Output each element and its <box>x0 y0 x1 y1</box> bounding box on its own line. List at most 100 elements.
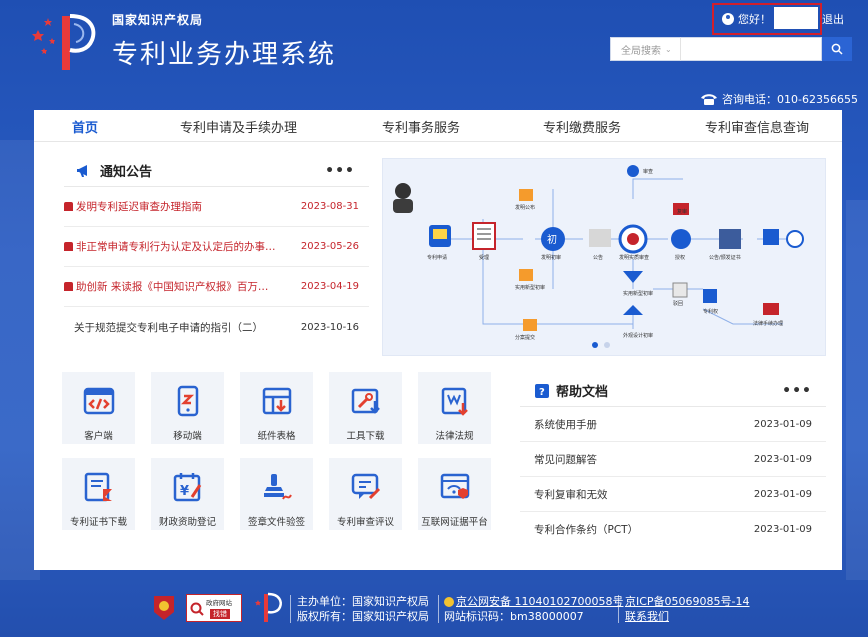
footer-security: 京公网安备 11040102700058号 网站标识码：bm38000007 <box>444 594 623 624</box>
search-button[interactable] <box>822 37 852 61</box>
banner-label: 公告/颁发证书 <box>709 254 741 261</box>
process-banner[interactable]: 初 专利申请 受理 发明公布 发明初审 公告 发明实质审查 授权 公告/颁发证书… <box>382 158 826 356</box>
tile-certificate-download[interactable]: 专利证书下载 <box>62 458 135 530</box>
footer-site-code-text: 网站标识码：bm38000007 <box>444 610 584 623</box>
phone-icon <box>701 94 717 105</box>
help-item[interactable]: 常见问题解答 2023-01-09 <box>520 442 826 477</box>
footer-sponsor-text: 主办单位：国家知识产权局 <box>297 595 429 608</box>
notice-item-date: 2023-08-31 <box>300 201 359 212</box>
user-icon <box>722 13 734 25</box>
notice-item[interactable]: 助创新 来读报《中国知识产权报》百万… 2023-04-19 <box>64 267 369 307</box>
tile-funding-registration[interactable]: ¥ 财政资助登记 <box>151 458 224 530</box>
search-input[interactable] <box>680 37 822 61</box>
notice-item-date: 2023-04-19 <box>300 281 359 292</box>
police-badge-icon <box>444 596 454 607</box>
footer-copyright-text: 版权所有：国家知识产权局 <box>297 610 429 623</box>
gov-website-badge[interactable]: 政府网站 找错 <box>186 594 242 622</box>
tile-paper-forms[interactable]: 纸件表格 <box>240 372 313 444</box>
tools-download-icon <box>351 388 380 414</box>
logout-link[interactable]: 退出 <box>822 11 844 27</box>
main-panel: 首页 专利申请及手续办理 专利事务服务 专利缴费服务 专利审查信息查询 通知公告… <box>34 110 842 570</box>
nav-affairs[interactable]: 专利事务服务 <box>382 117 460 136</box>
greeting-text: 您好！ <box>738 13 771 26</box>
tile-evidence-platform[interactable]: 互联网证据平台 <box>418 458 491 530</box>
notice-item-text: 关于规范提交专利电子申请的指引（二） <box>74 321 263 334</box>
footer-divider <box>438 595 439 623</box>
nav-examination-query[interactable]: 专利审查信息查询 <box>705 117 809 136</box>
banner-label: 实用新型初审 <box>515 284 545 291</box>
help-item[interactable]: 专利合作条约（PCT） 2023-01-09 <box>520 512 826 547</box>
process-flowchart: 初 专利申请 受理 发明公布 发明初审 公告 发明实质审查 授权 公告/颁发证书… <box>393 165 804 348</box>
notice-item[interactable]: 非正常申请专利行为认定及认定后的办事… 2023-05-26 <box>64 227 369 267</box>
tile-label: 财政资助登记 <box>158 517 216 528</box>
hotline-text: 咨询电话：010-62356655 <box>722 93 858 106</box>
footer-icp: 京ICP备05069085号-14 联系我们 <box>625 594 750 624</box>
help-item-title: 系统使用手册 <box>534 418 597 431</box>
notice-item-title: 发明专利延迟审查办理指南 <box>64 199 286 214</box>
help-item-date: 2023-01-09 <box>753 524 812 535</box>
table-download-icon <box>262 387 292 415</box>
tile-examination-review[interactable]: 专利审查评议 <box>329 458 402 530</box>
cnipa-logo-icon <box>32 14 96 70</box>
help-item[interactable]: 专利复审和无效 2023-01-09 <box>520 477 826 512</box>
banner-label: 法律手续办理 <box>753 320 783 327</box>
help-item-title: 专利合作条约（PCT） <box>534 524 639 536</box>
banner-label: 实用新型初审 <box>623 290 653 297</box>
alert-icon <box>64 242 73 251</box>
tile-label: 专利证书下载 <box>69 517 127 528</box>
nav-application[interactable]: 专利申请及手续办理 <box>180 117 297 136</box>
banner-label: 复审 <box>677 208 687 215</box>
header: 国家知识产权局 专利业务办理系统 您好！ 退出 全局搜索 ⌄ 咨询电话：010-… <box>0 0 868 110</box>
search-icon <box>831 43 843 55</box>
tile-tool-download[interactable]: 工具下载 <box>329 372 402 444</box>
certificate-download-icon <box>84 472 112 502</box>
tile-mobile[interactable]: 移动端 <box>151 372 224 444</box>
banner-label: 授权 <box>675 254 685 261</box>
stamp-icon <box>264 474 292 500</box>
banner-label: 驳回 <box>673 300 683 307</box>
footer-security-text[interactable]: 京公网安备 11040102700058号 <box>456 594 623 609</box>
gov-badge-top: 政府网站 <box>206 599 232 607</box>
cnipa-footer-logo-icon <box>255 592 282 622</box>
banner-label: 发明公布 <box>515 204 535 211</box>
help-panel: ? 帮助文档 ••• 系统使用手册 2023-01-09 常见问题解答 2023… <box>520 375 826 547</box>
notice-item[interactable]: 关于规范提交专利电子申请的指引（二） 2023-10-16 <box>64 307 369 347</box>
notice-more-button[interactable]: ••• <box>325 163 355 179</box>
notice-panel: 通知公告 ••• 发明专利延迟审查办理指南 2023-08-31 非正常申请专利… <box>64 155 369 347</box>
system-title: 专利业务办理系统 <box>112 40 337 70</box>
carousel-dot-active <box>592 342 598 348</box>
banner-label: 专利申请 <box>427 254 447 261</box>
law-book-icon <box>441 387 468 416</box>
help-item[interactable]: 系统使用手册 2023-01-09 <box>520 407 826 442</box>
search-scope-select[interactable]: 全局搜索 ⌄ <box>610 37 680 61</box>
tile-client[interactable]: 客户端 <box>62 372 135 444</box>
notice-item[interactable]: 发明专利延迟审查办理指南 2023-08-31 <box>64 187 369 227</box>
banner-label: 专利权 <box>703 308 718 315</box>
footer-contact-link[interactable]: 联系我们 <box>625 609 750 624</box>
help-doc-icon: ? <box>535 383 549 398</box>
notice-item-text: 发明专利延迟审查办理指南 <box>76 201 202 213</box>
background-building <box>846 200 868 580</box>
funding-icon: ¥ <box>173 473 202 502</box>
banner-initial-label: 初 <box>547 233 557 246</box>
gov-badge-icon <box>190 602 204 616</box>
footer-icp-link[interactable]: 京ICP备05069085号-14 <box>625 594 750 609</box>
nav-home[interactable]: 首页 <box>72 117 98 136</box>
main-nav: 首页 专利申请及手续办理 专利事务服务 专利缴费服务 专利审查信息查询 <box>34 110 842 142</box>
banner-label: 外观设计初审 <box>623 332 653 339</box>
notice-header: 通知公告 ••• <box>64 155 369 187</box>
gov-badge-bottom: 找错 <box>210 609 230 619</box>
nav-fees[interactable]: 专利缴费服务 <box>543 117 621 136</box>
help-item-date: 2023-01-09 <box>753 453 812 465</box>
help-item-date: 2023-01-09 <box>753 488 812 500</box>
help-more-button[interactable]: ••• <box>782 383 812 399</box>
tile-label: 专利审查评议 <box>336 517 394 528</box>
banner-label: 发明初审 <box>541 254 561 261</box>
svg-text:¥: ¥ <box>180 484 189 499</box>
tile-laws[interactable]: 法律法规 <box>418 372 491 444</box>
evidence-platform-icon <box>440 473 470 499</box>
notice-item-date: 2023-05-26 <box>300 241 359 252</box>
help-item-title: 常见问题解答 <box>534 453 597 466</box>
tile-signature-verify[interactable]: 签章文件验签 <box>240 458 313 530</box>
tile-label: 客户端 <box>84 431 113 442</box>
